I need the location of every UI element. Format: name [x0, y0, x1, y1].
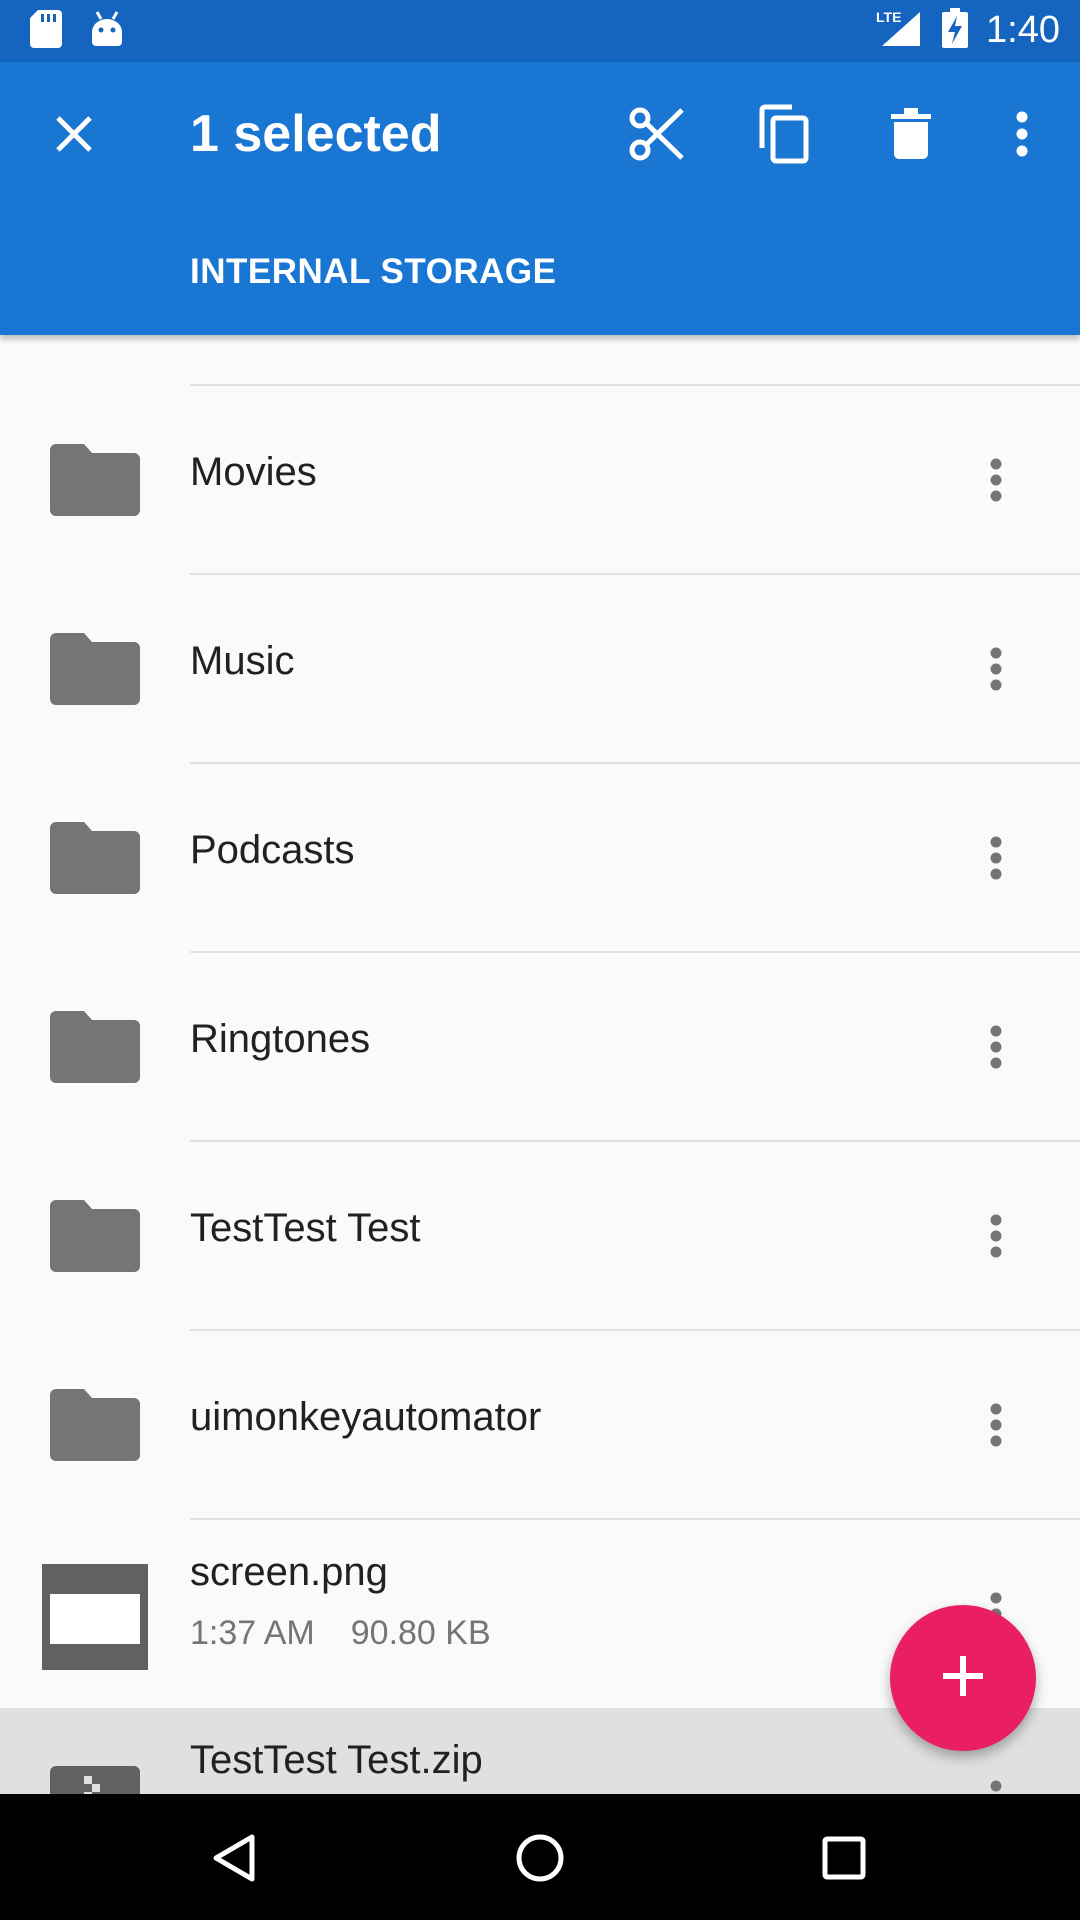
folder-icon	[50, 822, 140, 894]
more-vert-icon[interactable]	[966, 1188, 1026, 1284]
navigation-bar	[0, 1794, 1080, 1920]
copy-button[interactable]	[735, 88, 831, 184]
breadcrumb[interactable]: INTERNAL STORAGE	[190, 252, 556, 292]
android-icon	[90, 10, 124, 53]
close-selection-button[interactable]	[26, 88, 122, 184]
folder-icon	[50, 444, 140, 516]
recents-button[interactable]	[796, 1812, 892, 1908]
more-vert-icon[interactable]	[966, 999, 1026, 1095]
file-name: Podcasts	[190, 828, 355, 872]
action-bar: 1 selected INTERNAL STORAGE	[0, 62, 1080, 335]
file-name: uimonkeyautomator	[190, 1395, 542, 1439]
back-button[interactable]	[186, 1812, 282, 1908]
more-vert-icon	[1015, 110, 1029, 163]
copy-icon	[756, 104, 810, 169]
recents-icon	[822, 1836, 866, 1885]
image-thumbnail	[42, 1564, 148, 1670]
file-modified: 1:37 AM	[190, 1614, 315, 1652]
cut-button[interactable]	[609, 88, 705, 184]
file-size: 90.80 KB	[350, 1614, 491, 1652]
selection-count-title: 1 selected	[190, 105, 442, 163]
file-name: screen.png	[190, 1550, 388, 1594]
list-item[interactable]: Podcasts	[0, 764, 1080, 952]
overflow-menu-button[interactable]	[974, 88, 1070, 184]
signal-icon: LTE	[874, 8, 924, 53]
folder-icon	[50, 633, 140, 705]
file-name: TestTest Test.zip	[190, 1738, 483, 1782]
more-vert-icon[interactable]	[966, 621, 1026, 717]
add-fab-button[interactable]	[890, 1605, 1036, 1751]
battery-charging-icon	[942, 8, 969, 53]
status-time: 1:40	[986, 9, 1060, 51]
folder-icon	[50, 1200, 140, 1272]
list-item[interactable]: TestTest Test	[0, 1142, 1080, 1330]
more-vert-icon[interactable]	[966, 810, 1026, 906]
delete-icon	[891, 107, 931, 165]
file-name: Movies	[190, 450, 317, 494]
cut-icon	[628, 106, 686, 167]
status-bar: LTE 1:40	[0, 0, 1080, 62]
home-icon	[515, 1833, 565, 1888]
file-meta: 1:37 AM 90.80 KB	[190, 1614, 491, 1653]
delete-button[interactable]	[863, 88, 959, 184]
list-item[interactable]: Ringtones	[0, 953, 1080, 1141]
close-icon	[54, 114, 94, 159]
list-item[interactable]: Music	[0, 575, 1080, 763]
file-name: TestTest Test	[190, 1206, 421, 1250]
home-button[interactable]	[492, 1812, 588, 1908]
more-vert-icon[interactable]	[966, 432, 1026, 528]
folder-icon	[50, 1389, 140, 1461]
more-vert-icon[interactable]	[966, 1377, 1026, 1473]
list-item[interactable]: uimonkeyautomator	[0, 1331, 1080, 1519]
list-item[interactable]: Movies	[0, 386, 1080, 574]
folder-icon	[50, 1011, 140, 1083]
add-icon	[943, 1655, 983, 1701]
screen: LTE 1:40 1 selected INTERNAL STORAGE Mov…	[0, 0, 1080, 1920]
file-name: Music	[190, 639, 295, 683]
sd-card-icon	[30, 10, 62, 53]
file-name: Ringtones	[190, 1017, 371, 1061]
svg-text:LTE: LTE	[876, 9, 901, 25]
back-icon	[212, 1833, 256, 1888]
